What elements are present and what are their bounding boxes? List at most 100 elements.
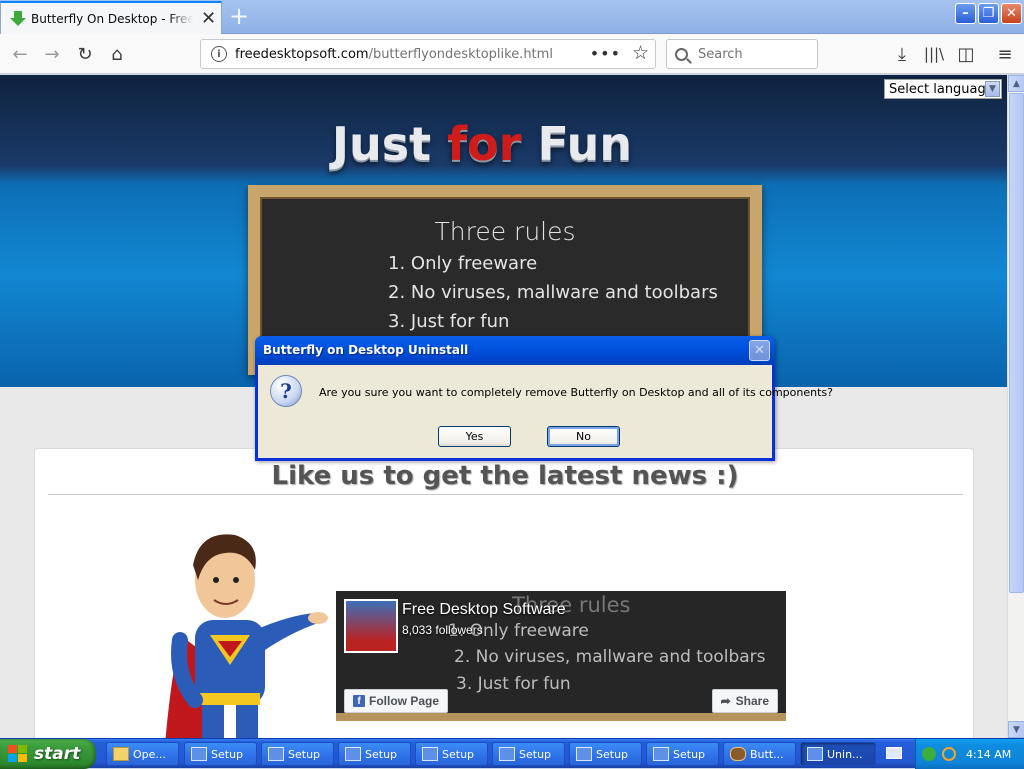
minimize-button[interactable]: – bbox=[955, 3, 976, 24]
rule-item: 2. No viruses, mallware and toolbars bbox=[388, 282, 718, 303]
back-icon[interactable]: ← bbox=[8, 42, 32, 66]
taskbar-item-label: Setup bbox=[596, 747, 629, 761]
taskbar-item-label: Unin... bbox=[827, 747, 863, 761]
library-icon[interactable]: |||\ bbox=[922, 42, 946, 66]
search-icon bbox=[675, 47, 688, 61]
windows-logo-icon bbox=[8, 745, 28, 763]
reload-icon[interactable]: ↻ bbox=[73, 42, 97, 66]
facebook-icon: f bbox=[353, 695, 365, 707]
follow-page-button[interactable]: f Follow Page bbox=[344, 689, 449, 713]
fb-page-avatar[interactable] bbox=[344, 599, 398, 653]
taskbar-item[interactable]: Ope... bbox=[106, 742, 179, 766]
no-button[interactable]: No bbox=[547, 426, 620, 447]
sidebar-icon[interactable]: ◫ bbox=[954, 42, 978, 66]
taskbar-item[interactable]: Setup bbox=[261, 742, 334, 766]
rule-item: 3. Just for fun bbox=[388, 311, 510, 332]
tab-strip: Butterfly On Desktop - Freeware d ✕ + – … bbox=[0, 0, 1024, 34]
page-actions-icon[interactable]: ••• bbox=[590, 44, 621, 63]
network-tray-icon[interactable] bbox=[922, 747, 936, 761]
setup-icon bbox=[345, 747, 361, 761]
dialog-close-button[interactable]: ✕ bbox=[749, 340, 770, 361]
url-path: /butterflyondesktoplike.html bbox=[368, 46, 553, 62]
like-heading: Like us to get the latest news :) bbox=[271, 461, 739, 491]
keyboard-layout-icon[interactable] bbox=[886, 747, 902, 759]
clock: 4:14 AM bbox=[966, 747, 1012, 761]
url-bar[interactable]: i freedesktopsoft.com/butterflyondesktop… bbox=[200, 39, 656, 69]
setup-icon bbox=[653, 747, 669, 761]
share-arrow-icon: ➦ bbox=[720, 694, 731, 708]
taskbar-item[interactable]: Setup bbox=[184, 742, 257, 766]
divider bbox=[48, 494, 963, 495]
page-scrollbar[interactable]: ▲ ▼ bbox=[1007, 75, 1024, 738]
menu-icon[interactable]: ≡ bbox=[993, 42, 1017, 66]
fb-followers-count: 8,033 followers bbox=[402, 623, 483, 637]
taskbar-item-label: Setup bbox=[211, 747, 244, 761]
hero-title-fun: Fun bbox=[521, 117, 633, 171]
uninstall-confirm-dialog: Butterfly on Desktop Uninstall ✕ ? Are y… bbox=[255, 336, 833, 461]
home-icon[interactable]: ⌂ bbox=[105, 42, 129, 66]
taskbar-item-label: Butt... bbox=[750, 747, 784, 761]
language-select[interactable]: Select language ▼ bbox=[884, 79, 1002, 99]
dialog-title: Butterfly on Desktop Uninstall bbox=[263, 343, 469, 357]
folder-icon bbox=[113, 747, 129, 761]
setup-icon bbox=[268, 747, 284, 761]
hero-title: Just for Fun bbox=[0, 117, 964, 171]
site-info-icon[interactable]: i bbox=[211, 46, 227, 62]
taskbar-item-label: Setup bbox=[519, 747, 552, 761]
tab-title: Butterfly On Desktop - Freeware d bbox=[31, 11, 193, 26]
taskbar-item[interactable]: Butt... bbox=[723, 742, 796, 766]
browser-tab[interactable]: Butterfly On Desktop - Freeware d ✕ bbox=[0, 1, 222, 34]
share-label: Share bbox=[735, 694, 769, 708]
scroll-up-icon[interactable]: ▲ bbox=[1008, 75, 1024, 92]
navigation-toolbar: ← → ↻ ⌂ i freedesktopsoft.com/butterflyo… bbox=[0, 34, 1024, 74]
taskbar-item-label: Setup bbox=[442, 747, 475, 761]
fb-page-name[interactable]: Free Desktop Software bbox=[402, 601, 566, 619]
taskbar-item-label: Setup bbox=[365, 747, 398, 761]
forward-icon[interactable]: → bbox=[40, 42, 64, 66]
superhero-mascot-illustration bbox=[165, 534, 328, 738]
window-controls: – ❐ ✕ bbox=[955, 3, 1022, 24]
start-label: start bbox=[34, 744, 81, 764]
search-placeholder: Search bbox=[698, 46, 743, 62]
hero-title-for: for bbox=[447, 117, 522, 171]
taskbar-item-label: Ope... bbox=[133, 747, 166, 761]
downloads-icon[interactable]: ⤓ bbox=[890, 42, 914, 66]
dialog-titlebar[interactable]: Butterfly on Desktop Uninstall ✕ bbox=[255, 336, 775, 365]
search-bar[interactable]: Search bbox=[666, 39, 818, 69]
board-title: Three rules bbox=[434, 217, 576, 246]
scrollbar-thumb[interactable] bbox=[1009, 93, 1024, 593]
bookmark-star-icon[interactable]: ☆ bbox=[632, 42, 649, 64]
facebook-page-widget[interactable]: Three rules 1. Only freeware 2. No virus… bbox=[336, 591, 786, 721]
setup-icon bbox=[499, 747, 515, 761]
mascot-thumbnail-icon bbox=[346, 601, 396, 651]
taskbar-item-label: Setup bbox=[673, 747, 706, 761]
taskbar-item[interactable]: Setup bbox=[569, 742, 642, 766]
share-button[interactable]: ➦ Share bbox=[711, 689, 778, 713]
butterfly-icon bbox=[730, 747, 746, 761]
search-tray-icon[interactable] bbox=[942, 747, 956, 761]
url-text: freedesktopsoft.com/butterflyondesktopli… bbox=[235, 47, 553, 62]
chevron-down-icon[interactable]: ▼ bbox=[985, 81, 1000, 97]
restore-button[interactable]: ❐ bbox=[978, 3, 999, 24]
dialog-message: Are you sure you want to completely remo… bbox=[319, 386, 833, 399]
setup-icon bbox=[807, 747, 823, 761]
taskbar-item-label: Setup bbox=[288, 747, 321, 761]
language-select-value: Select language bbox=[889, 81, 994, 97]
taskbar-item-active[interactable]: Unin... bbox=[800, 742, 876, 766]
close-window-button[interactable]: ✕ bbox=[1001, 3, 1022, 24]
close-tab-icon[interactable]: ✕ bbox=[201, 9, 216, 28]
url-host: freedesktopsoft.com bbox=[235, 46, 369, 62]
scroll-down-icon[interactable]: ▼ bbox=[1008, 721, 1024, 738]
taskbar-item[interactable]: Setup bbox=[415, 742, 488, 766]
fb-bg-rule: 2. No viruses, mallware and toolbars bbox=[454, 647, 766, 667]
setup-icon bbox=[191, 747, 207, 761]
rule-item: 1. Only freeware bbox=[388, 253, 538, 274]
follow-page-label: Follow Page bbox=[369, 694, 440, 708]
taskbar-item[interactable]: Setup bbox=[646, 742, 719, 766]
taskbar-item[interactable]: Setup bbox=[338, 742, 411, 766]
new-tab-button[interactable]: + bbox=[229, 4, 249, 28]
taskbar-item[interactable]: Setup bbox=[492, 742, 565, 766]
start-button[interactable]: start bbox=[0, 739, 96, 769]
yes-button[interactable]: Yes bbox=[438, 426, 511, 447]
taskbar: start Ope... Setup Setup Setup Setup Set… bbox=[0, 738, 1024, 769]
